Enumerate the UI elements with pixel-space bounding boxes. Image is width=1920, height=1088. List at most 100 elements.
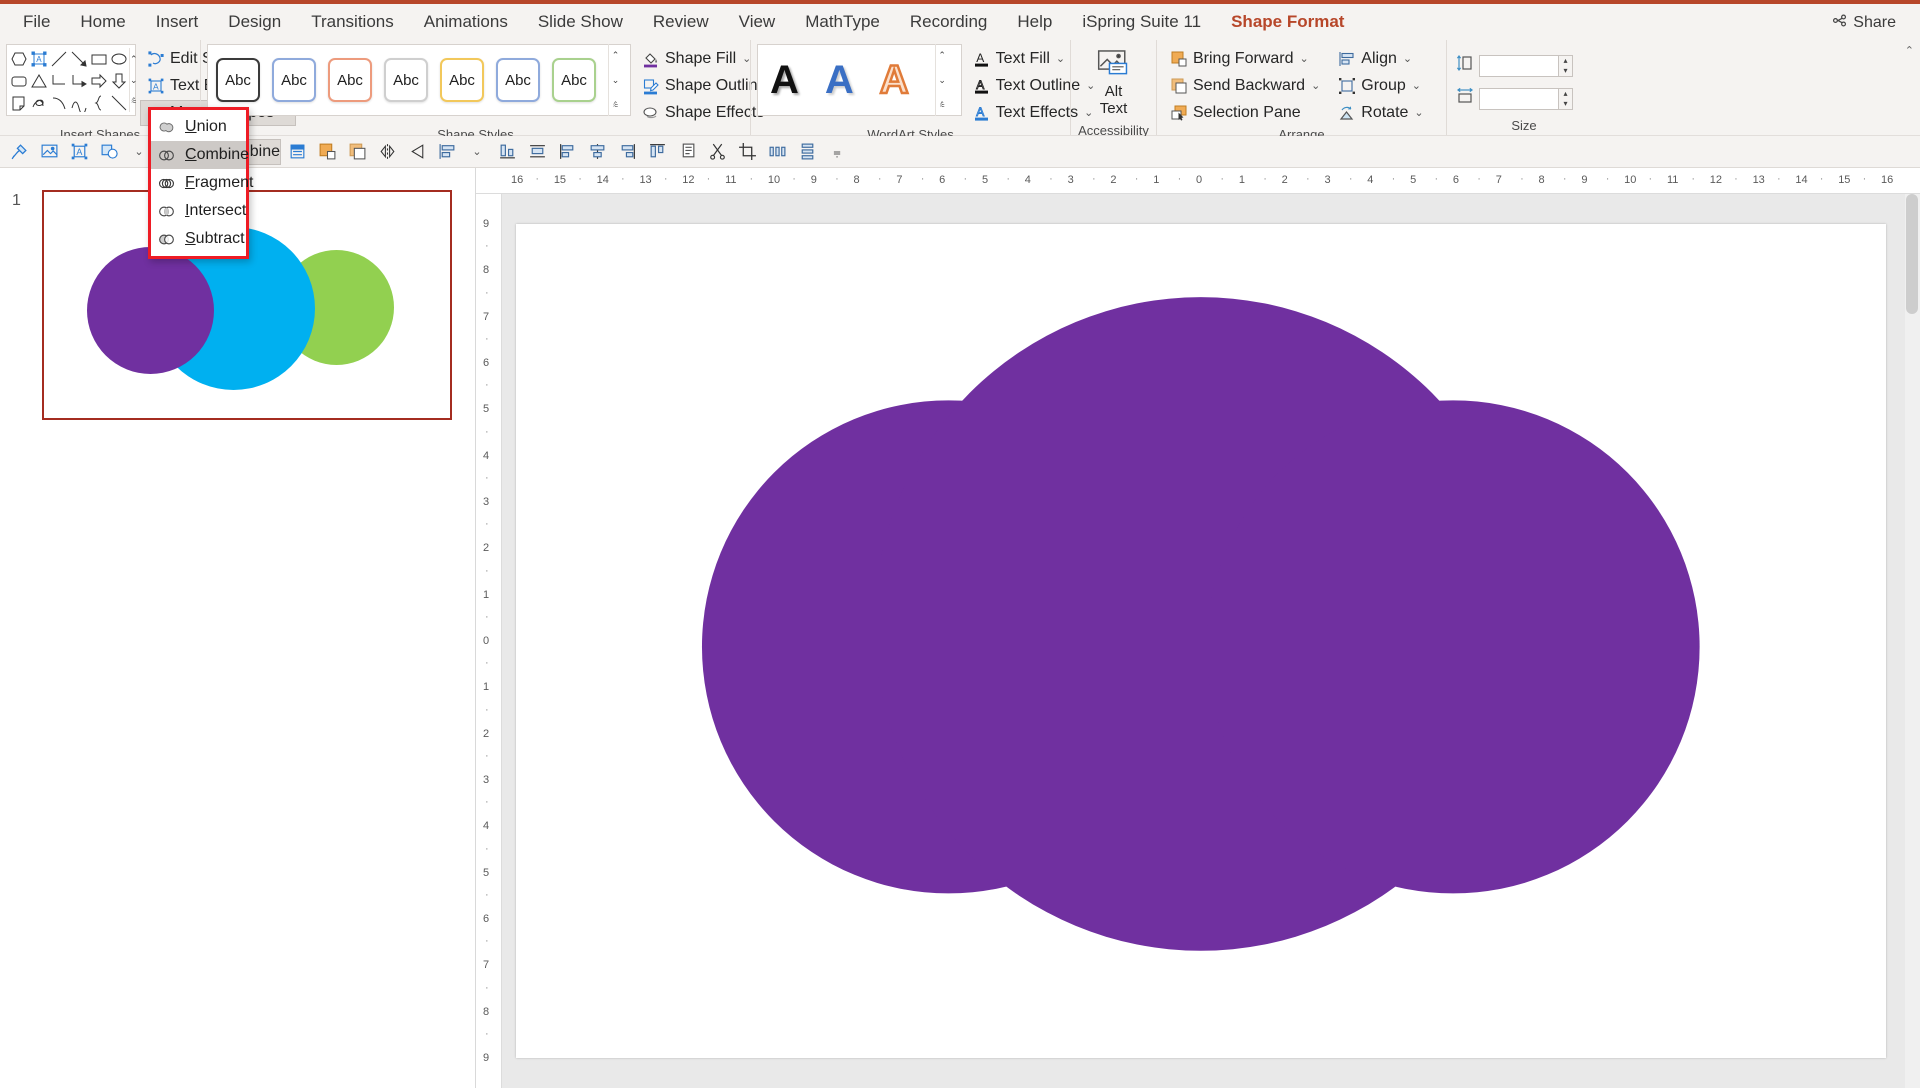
- distribute-vertical-icon[interactable]: [793, 139, 821, 165]
- chevron-down-icon[interactable]: ⌄: [1299, 50, 1308, 68]
- gallery-expand[interactable]: ⩯: [130, 91, 138, 111]
- tab-file[interactable]: File: [8, 6, 65, 38]
- chevron-down-icon[interactable]: ⌄: [463, 139, 491, 165]
- shape-elbow-arrow-icon[interactable]: [70, 72, 88, 90]
- wordart-gallery[interactable]: A A A ⌃ ⌄ ⩯: [757, 44, 962, 116]
- shape-triangle-icon[interactable]: [30, 72, 48, 90]
- vertical-ruler[interactable]: 9 · 8 · 7 · 6 · 5 · 4 · 3 · 2 · 1 · 0 · 1 · 2 · 3 · 4 · 5 · 6 · 7 · 8 · 9: [476, 194, 502, 1088]
- crop-icon[interactable]: [733, 139, 761, 165]
- align-center-icon[interactable]: [583, 139, 611, 165]
- align-top-icon[interactable]: [643, 139, 671, 165]
- align-right-icon[interactable]: [613, 139, 641, 165]
- shapes-gallery-scroll[interactable]: ⌃ ⌄ ⩯: [129, 48, 138, 112]
- shape-width-input[interactable]: [1479, 87, 1559, 110]
- shape-height-input[interactable]: [1479, 54, 1559, 77]
- width-stepper[interactable]: ▴ ▾: [1559, 87, 1573, 110]
- align-middle-icon[interactable]: [523, 139, 551, 165]
- shape-textbox-icon[interactable]: A: [30, 50, 48, 68]
- chevron-down-icon[interactable]: ⌄: [1056, 50, 1065, 68]
- tab-view[interactable]: View: [724, 6, 791, 38]
- text-box-icon[interactable]: A: [65, 139, 93, 165]
- more-options-icon[interactable]: ⩦: [823, 139, 851, 165]
- shape-rounded-rect-icon[interactable]: [10, 72, 28, 90]
- merge-menu-item-combine[interactable]: Combine: [151, 141, 249, 169]
- tab-recording[interactable]: Recording: [895, 6, 1003, 38]
- wordart-scroll-up[interactable]: ⌃: [936, 45, 949, 65]
- wordart-scroll-down[interactable]: ⌄: [936, 70, 949, 90]
- tab-transitions[interactable]: Transitions: [296, 6, 409, 38]
- tab-design[interactable]: Design: [213, 6, 296, 38]
- shape-folded-corner-icon[interactable]: [10, 94, 28, 112]
- bring-forward-button[interactable]: Bring Forward ⌄: [1163, 46, 1327, 72]
- align-left-icon[interactable]: [553, 139, 581, 165]
- collapse-ribbon-icon[interactable]: ⌃: [1905, 44, 1914, 57]
- align-button[interactable]: Align ⌄: [1331, 46, 1430, 72]
- shape-arc-icon[interactable]: [70, 94, 88, 115]
- shape-styles-gallery[interactable]: Abc Abc Abc Abc Abc Abc Abc ⌃ ⌄ ⩯: [207, 44, 631, 116]
- alt-text-button[interactable]: Alt Text: [1083, 44, 1145, 122]
- group-button[interactable]: Group ⌄: [1331, 73, 1430, 99]
- combined-venn-shape[interactable]: [598, 257, 1804, 991]
- height-stepper-down[interactable]: ▾: [1563, 66, 1567, 75]
- shape-right-arrow-icon[interactable]: [90, 72, 108, 90]
- height-stepper[interactable]: ▴ ▾: [1559, 54, 1573, 77]
- vertical-scrollbar[interactable]: [1905, 194, 1920, 1088]
- tab-help[interactable]: Help: [1002, 6, 1067, 38]
- shape-down-arrow-icon[interactable]: [110, 72, 128, 90]
- merge-menu-item-fragment[interactable]: Fragment: [151, 169, 253, 197]
- chevron-down-icon[interactable]: ⌄: [1412, 77, 1421, 95]
- wordart-sample[interactable]: A: [770, 60, 799, 100]
- width-stepper-down[interactable]: ▾: [1563, 99, 1567, 108]
- flip-vertical-icon[interactable]: [403, 139, 431, 165]
- width-stepper-up[interactable]: ▴: [1563, 89, 1567, 98]
- shapes-gallery[interactable]: A ⌃ ⌄ ⩯: [6, 44, 138, 116]
- shape-style-swatch[interactable]: Abc: [384, 58, 428, 102]
- merge-shapes-dropdown[interactable]: Union Combine Fragment Intersect Subtrac…: [148, 107, 253, 259]
- shape-elbow-connector-icon[interactable]: [50, 72, 68, 90]
- shape-style-swatch[interactable]: Abc: [440, 58, 484, 102]
- align-icon[interactable]: [433, 139, 461, 165]
- tab-ispring-suite[interactable]: iSpring Suite 11: [1067, 6, 1216, 38]
- wordart-expand[interactable]: ⩯: [936, 95, 949, 115]
- scrollbar-thumb[interactable]: [1906, 194, 1918, 314]
- wordart-sample[interactable]: A: [825, 60, 854, 100]
- send-backward-button[interactable]: Send Backward ⌄: [1163, 73, 1327, 99]
- tab-review[interactable]: Review: [638, 6, 724, 38]
- shape-curve-icon[interactable]: [50, 94, 68, 112]
- shape-rectangle-icon[interactable]: [90, 50, 108, 68]
- slide-canvas[interactable]: [516, 224, 1886, 1058]
- shape-styles-scroll[interactable]: ⌃ ⌄ ⩯: [608, 44, 622, 116]
- tab-slide-show[interactable]: Slide Show: [523, 6, 638, 38]
- rotate-button[interactable]: Rotate ⌄: [1331, 100, 1430, 126]
- shape-styles-icon[interactable]: [283, 139, 311, 165]
- styles-scroll-up[interactable]: ⌃: [609, 45, 622, 65]
- shape-line-icon[interactable]: [50, 50, 68, 68]
- merge-menu-item-intersect[interactable]: Intersect: [151, 197, 246, 225]
- format-painter-icon[interactable]: [5, 139, 33, 165]
- bring-forward-icon[interactable]: [313, 139, 341, 165]
- gallery-scroll-up[interactable]: ⌃: [130, 49, 138, 69]
- tab-shape-format[interactable]: Shape Format: [1216, 6, 1359, 45]
- distribute-horizontal-icon[interactable]: [763, 139, 791, 165]
- cut-icon[interactable]: [703, 139, 731, 165]
- tab-insert[interactable]: Insert: [141, 6, 214, 38]
- gallery-scroll-down[interactable]: ⌄: [130, 70, 138, 90]
- tab-animations[interactable]: Animations: [409, 6, 523, 38]
- shape-style-swatch[interactable]: Abc: [552, 58, 596, 102]
- styles-expand[interactable]: ⩯: [609, 95, 622, 115]
- chevron-down-icon[interactable]: ⌄: [1311, 77, 1320, 95]
- wordart-sample[interactable]: A: [879, 59, 910, 102]
- merge-menu-item-union[interactable]: Union: [151, 113, 246, 141]
- share-button[interactable]: Share: [1822, 10, 1906, 36]
- tab-home[interactable]: Home: [65, 6, 140, 38]
- shape-brace-icon[interactable]: [90, 94, 108, 112]
- height-stepper-up[interactable]: ▴: [1563, 56, 1567, 65]
- shape-arrow-line-icon[interactable]: [70, 50, 88, 68]
- shape-diagonal-line-icon[interactable]: [110, 94, 128, 112]
- shape-hexagon-icon[interactable]: [10, 50, 28, 68]
- styles-scroll-down[interactable]: ⌄: [609, 70, 622, 90]
- align-bottom-icon[interactable]: [493, 139, 521, 165]
- shapes-grid[interactable]: A: [9, 48, 129, 115]
- selection-pane-button[interactable]: Selection Pane: [1163, 100, 1327, 126]
- shape-fill-icon[interactable]: [95, 139, 123, 165]
